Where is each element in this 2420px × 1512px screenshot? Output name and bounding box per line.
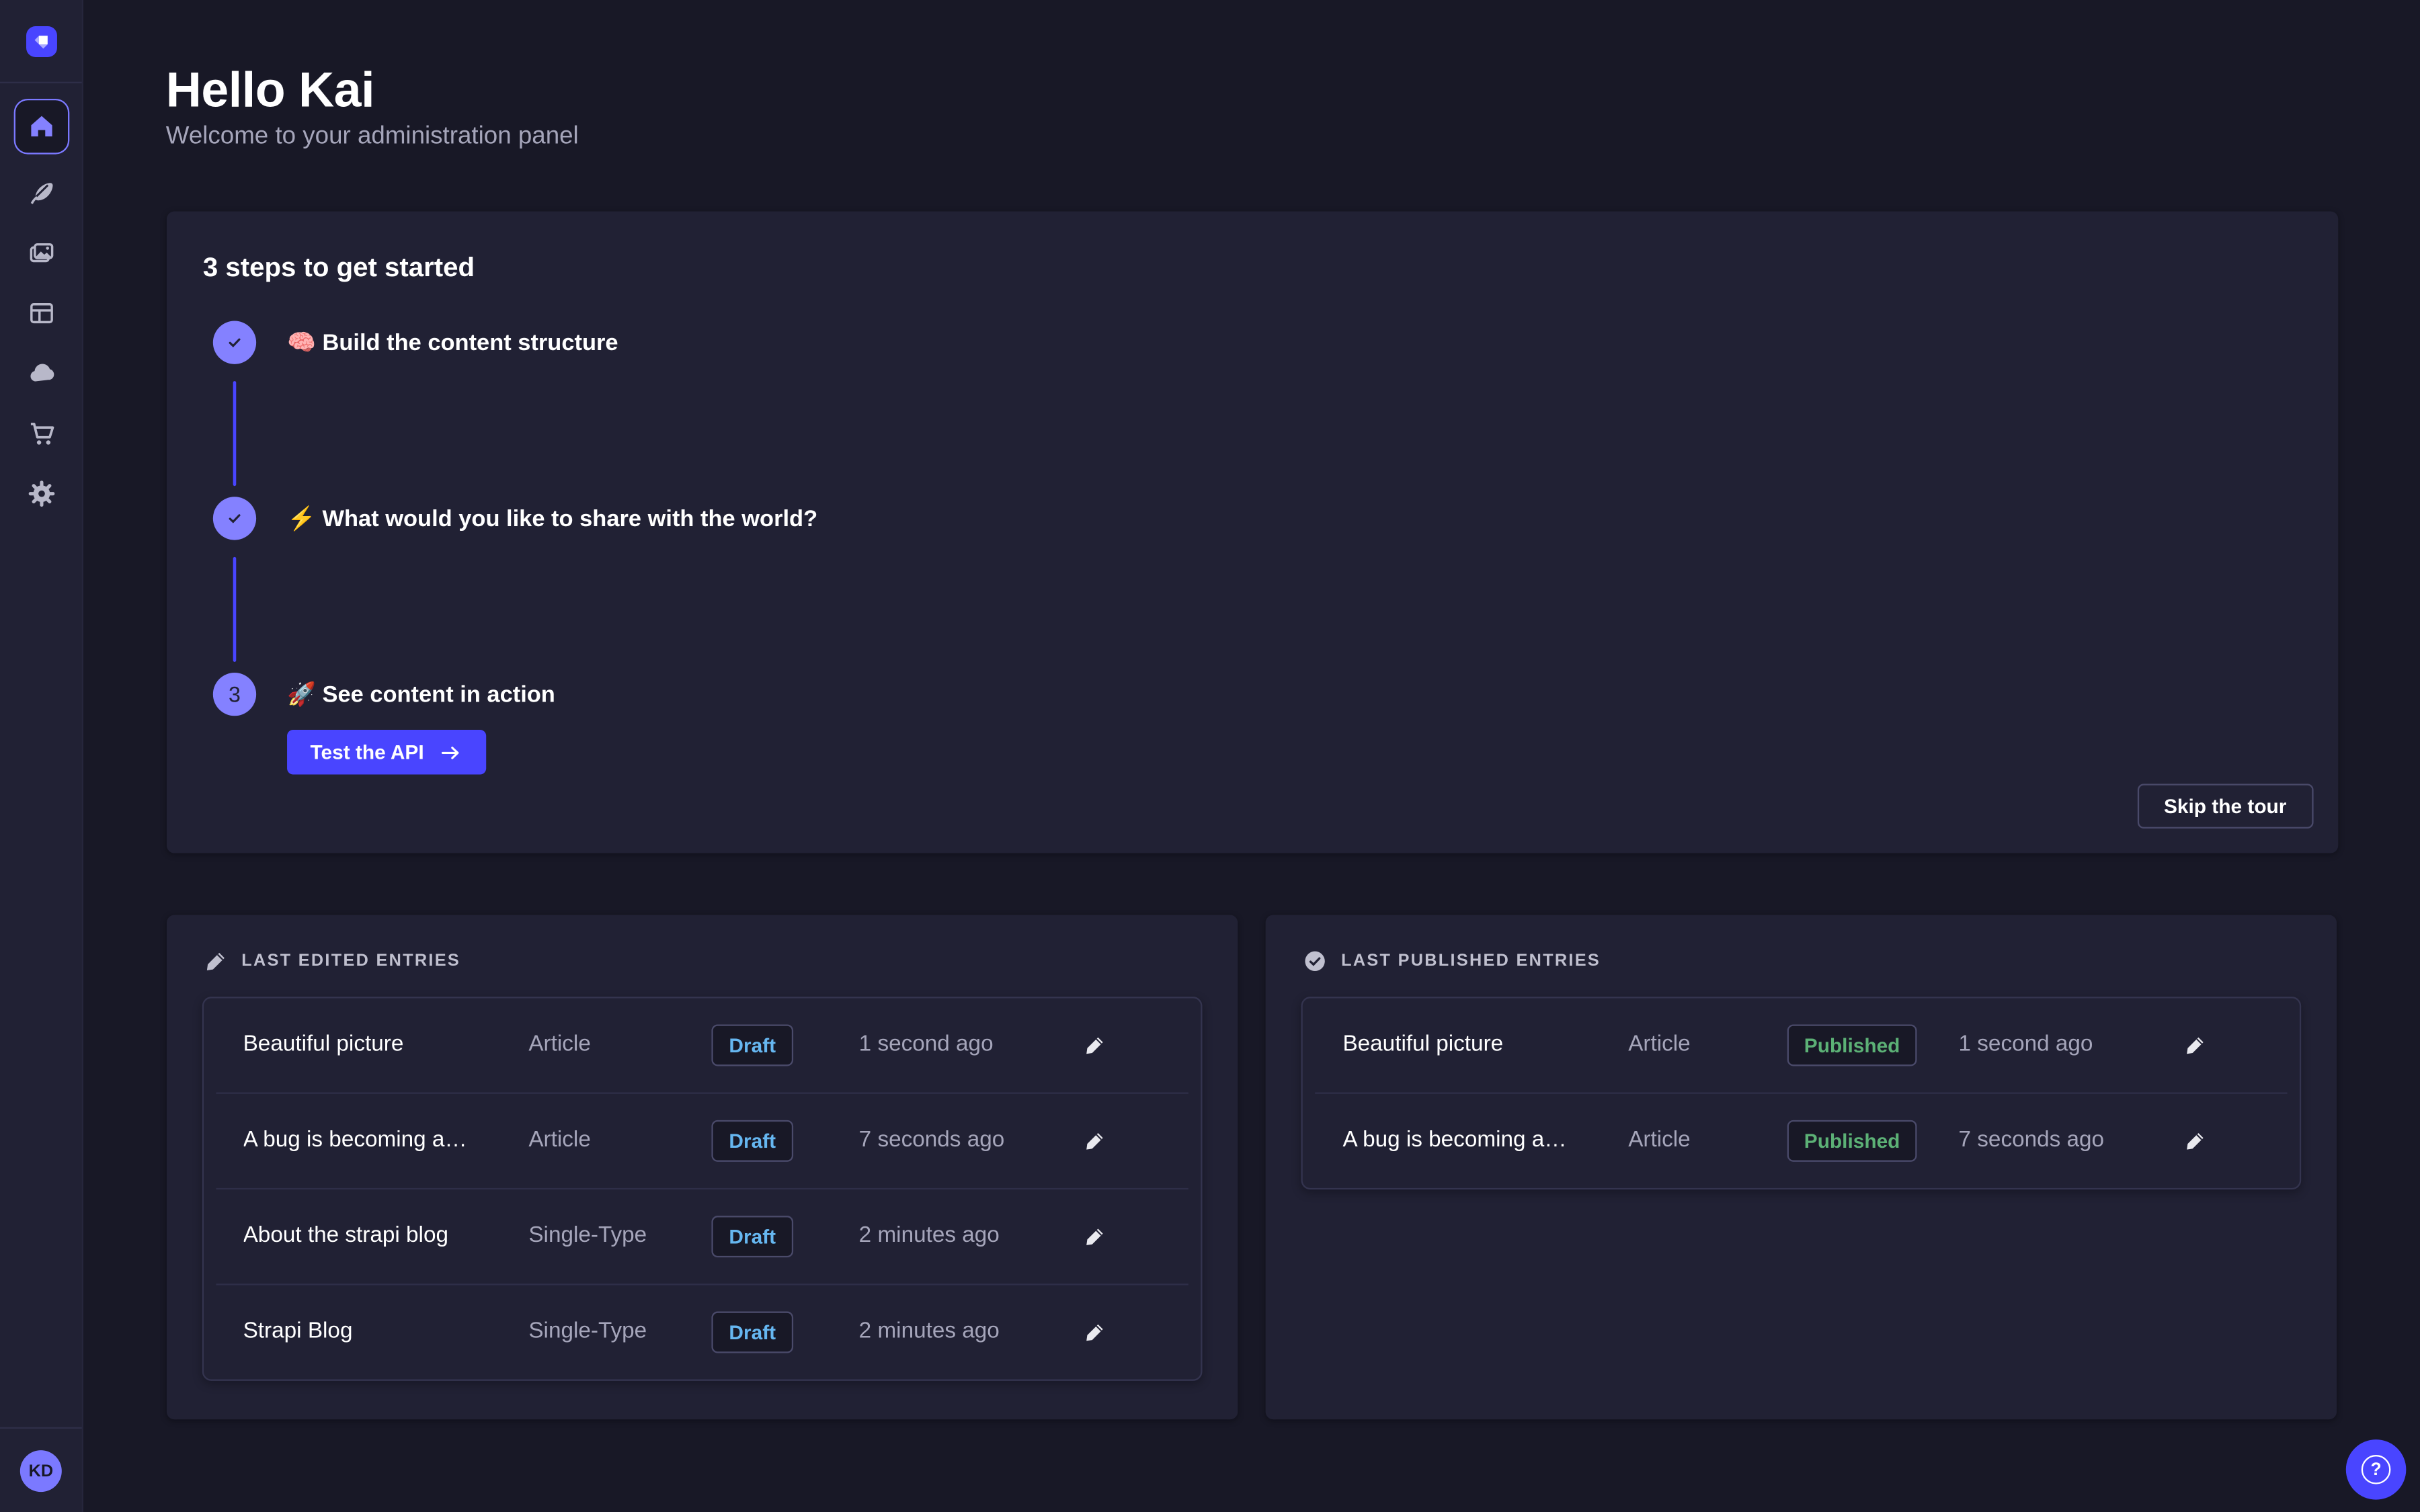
edit-entry-button[interactable] (1074, 1310, 1117, 1353)
entry-type: Single-Type (528, 1224, 668, 1249)
sidebar-footer: KD (0, 1427, 82, 1512)
last-published-entries-widget: LAST PUBLISHED ENTRIES Beautiful picture… (1266, 914, 2337, 1419)
widget-title: LAST PUBLISHED ENTRIES (1341, 951, 1601, 970)
entry-title: A bug is becoming a… (1342, 1128, 1628, 1152)
pencil-icon (1084, 1128, 1106, 1151)
sidebar-footer-divider (0, 1427, 82, 1429)
entry-time: 1 second ago (838, 1032, 1069, 1057)
entry-time: 7 seconds ago (838, 1128, 1069, 1152)
status-badge: Draft (712, 1215, 793, 1257)
entries-table: Beautiful picture Article Published 1 se… (1301, 996, 2301, 1189)
sidebar: KD (0, 0, 83, 1512)
onboarding-step-3: 3 🚀 See content in action (166, 673, 2337, 716)
entry-title: Beautiful picture (1342, 1032, 1628, 1057)
entry-type: Single-Type (528, 1319, 668, 1344)
question-mark-icon: ? (2362, 1455, 2391, 1484)
page-subtitle: Welcome to your administration panel (166, 124, 579, 151)
sidebar-nav (13, 99, 69, 515)
onboarding-card: 3 steps to get started 🧠 Build the conte… (166, 212, 2337, 853)
entry-title: Beautiful picture (243, 1032, 529, 1057)
media-library-icon (26, 238, 56, 269)
edit-entry-button[interactable] (1074, 1119, 1117, 1162)
status-badge: Published (1787, 1023, 1917, 1065)
pencil-icon (203, 948, 228, 973)
widget-title-row: LAST PUBLISHED ENTRIES (1303, 948, 2337, 973)
entry-time: 7 seconds ago (1937, 1128, 2168, 1152)
sidebar-divider (0, 82, 82, 83)
entries-table: Beautiful picture Article Draft 1 second… (202, 996, 1202, 1380)
step-2-label: ⚡ What would you like to share with the … (287, 505, 817, 532)
entry-time: 2 minutes ago (838, 1319, 1069, 1344)
sidebar-item-content-manager[interactable] (19, 171, 63, 214)
step-connector (233, 381, 237, 486)
edit-entry-button[interactable] (2173, 1119, 2216, 1162)
sidebar-item-marketplace[interactable] (19, 412, 63, 455)
entry-type: Article (1628, 1128, 1767, 1152)
page-title: Hello Kai (166, 62, 374, 119)
table-row[interactable]: A bug is becoming a… Article Published 7… (1303, 1093, 2300, 1187)
gear-icon (26, 478, 56, 509)
status-badge: Draft (712, 1023, 793, 1065)
pencil-icon (1084, 1033, 1106, 1056)
pencil-icon (1084, 1320, 1106, 1343)
status-badge: Draft (712, 1120, 793, 1161)
sidebar-item-settings[interactable] (19, 472, 63, 515)
entry-type: Article (528, 1032, 668, 1057)
home-icon (26, 111, 56, 142)
table-row[interactable]: Beautiful picture Article Draft 1 second… (203, 997, 1200, 1091)
help-button[interactable]: ? (2346, 1439, 2407, 1500)
sidebar-item-content-type-builder[interactable] (19, 292, 63, 335)
onboarding-steps: 🧠 Build the content structure ⚡ What wou… (166, 321, 2337, 716)
test-api-button[interactable]: Test the API (287, 730, 485, 775)
step-connector (233, 557, 237, 662)
entry-type: Article (528, 1128, 668, 1152)
edit-entry-button[interactable] (2173, 1023, 2216, 1066)
entry-title: About the strapi blog (243, 1224, 529, 1249)
pencil-icon (2183, 1033, 2206, 1056)
widget-title-row: LAST EDITED ENTRIES (203, 948, 1237, 973)
sidebar-item-media-library[interactable] (19, 231, 63, 274)
entry-title: Strapi Blog (243, 1319, 529, 1344)
sidebar-item-home[interactable] (13, 99, 69, 155)
table-row[interactable]: A bug is becoming a… Article Draft 7 sec… (203, 1093, 1200, 1187)
step-1-label: 🧠 Build the content structure (287, 329, 618, 356)
status-badge: Draft (712, 1310, 793, 1352)
onboarding-step-1: 🧠 Build the content structure (166, 321, 2337, 364)
sidebar-item-cloud[interactable] (19, 351, 63, 394)
entry-type: Article (1628, 1032, 1767, 1057)
arrow-right-icon (438, 740, 462, 765)
cloud-icon (26, 358, 56, 389)
main-content: Hello Kai Welcome to your administration… (83, 0, 2420, 1512)
layout-icon (26, 298, 56, 329)
entry-time: 1 second ago (1937, 1032, 2168, 1057)
last-edited-entries-widget: LAST EDITED ENTRIES Beautiful picture Ar… (166, 914, 1237, 1419)
entry-time: 2 minutes ago (838, 1224, 1069, 1249)
table-row[interactable]: Beautiful picture Article Published 1 se… (1303, 997, 2300, 1091)
onboarding-title: 3 steps to get started (203, 251, 2337, 284)
skip-tour-button[interactable]: Skip the tour (2138, 784, 2312, 829)
strapi-logo-button[interactable] (26, 26, 56, 57)
step-1-done-check-icon (213, 321, 256, 364)
table-row[interactable]: Strapi Blog Single-Type Draft 2 minutes … (203, 1284, 1200, 1378)
pencil-icon (1084, 1224, 1106, 1247)
entry-title: A bug is becoming a… (243, 1128, 529, 1152)
widget-title: LAST EDITED ENTRIES (241, 951, 460, 970)
step-2-done-check-icon (213, 497, 256, 540)
user-avatar[interactable]: KD (20, 1450, 62, 1492)
step-3-label: 🚀 See content in action (287, 681, 555, 708)
edit-entry-button[interactable] (1074, 1214, 1117, 1257)
check-circle-icon (1303, 948, 1328, 973)
admin-dashboard: KD Hello Kai Welcome to your administrat… (0, 0, 2420, 1512)
feather-icon (26, 177, 56, 208)
pencil-icon (2183, 1128, 2206, 1151)
edit-entry-button[interactable] (1074, 1023, 1117, 1066)
step-3-number: 3 (229, 682, 241, 707)
status-badge: Published (1787, 1120, 1917, 1161)
onboarding-step-2: ⚡ What would you like to share with the … (166, 497, 2337, 540)
table-row[interactable]: About the strapi blog Single-Type Draft … (203, 1189, 1200, 1283)
cart-icon (26, 418, 56, 449)
strapi-logo-icon (30, 31, 52, 52)
step-3-number-badge: 3 (213, 673, 256, 716)
test-api-label: Test the API (310, 741, 424, 763)
